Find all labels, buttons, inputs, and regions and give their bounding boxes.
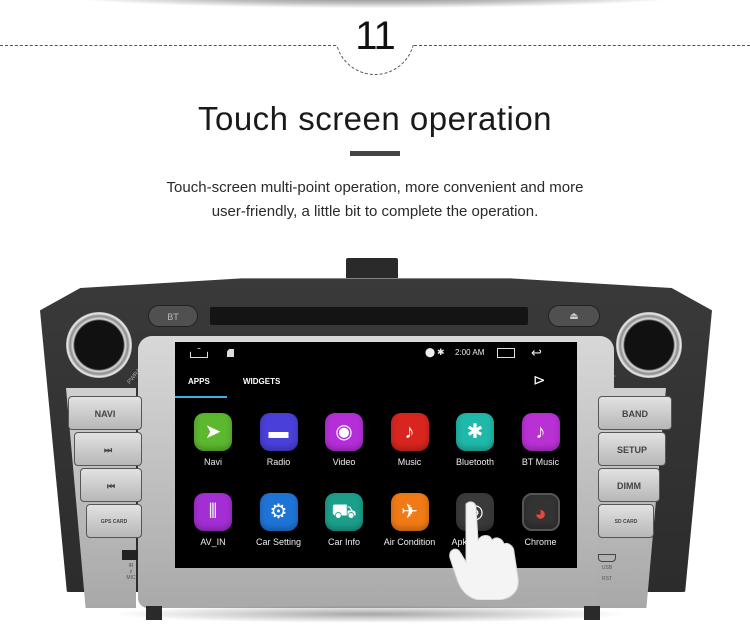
usb-port[interactable]	[598, 554, 616, 562]
sd-card-slot[interactable]: SD CARD	[598, 504, 654, 538]
recents-icon[interactable]	[497, 348, 515, 358]
app-av-in[interactable]: ⫴ AV_IN	[180, 493, 246, 547]
description-line-2: user-friendly, a little bit to complete …	[211, 203, 539, 220]
app-label: BT Music	[521, 457, 560, 467]
volume-knob[interactable]	[66, 312, 132, 378]
chrome-icon: ◕	[521, 493, 560, 531]
sd-card-icon	[227, 349, 234, 357]
top-clip	[346, 258, 398, 278]
play-store-icon[interactable]: ⊳	[533, 371, 546, 389]
av-in-icon: ⫴	[194, 493, 232, 531]
app-video[interactable]: ◉ Video	[311, 413, 377, 467]
air-condition-icon: ✈	[390, 493, 429, 531]
tab-apps[interactable]: APPS	[188, 377, 210, 386]
description-line-1: Touch-screen multi-point operation, more…	[166, 179, 584, 196]
setup-button[interactable]: SETUP	[598, 432, 666, 466]
prev-track-button[interactable]: ⏮	[80, 468, 142, 502]
app-drawer-tabs: APPS WIDGETS ⊳	[175, 367, 577, 399]
page-title: Touch screen operation	[197, 100, 553, 137]
app-label: Car Info	[327, 537, 360, 547]
app-label: Navi	[203, 457, 222, 467]
radio-icon: ▬	[259, 413, 298, 451]
app-label: Video	[332, 457, 356, 467]
dimm-button[interactable]: DIMM	[598, 468, 660, 502]
location-icon: ⬤	[425, 347, 436, 357]
seek-knob[interactable]	[616, 312, 682, 378]
app-bt-music[interactable]: ♪ BT Music	[508, 413, 574, 467]
disc-slot	[210, 307, 528, 325]
app-label: AV_IN	[200, 537, 226, 547]
band-button[interactable]: BAND	[598, 396, 672, 430]
app-music[interactable]: ♪ Music	[377, 413, 443, 467]
step-number: 11	[355, 14, 396, 58]
app-label: Air Condition	[383, 537, 436, 547]
divider-left	[0, 45, 336, 46]
eject-button[interactable]: ⏏	[548, 305, 600, 327]
clock: 2:00 AM	[455, 348, 485, 357]
bt-music-icon: ♪	[521, 413, 560, 451]
description: Touch-screen multi-point operation, more…	[0, 176, 750, 224]
app-label: Car Setting	[255, 537, 302, 547]
right-foot	[584, 606, 600, 620]
tab-widgets[interactable]: WIDGETS	[243, 377, 280, 386]
title-underline	[350, 151, 400, 156]
top-shadow	[60, 0, 690, 8]
gps-card-slot[interactable]: GPS CARD	[86, 504, 142, 538]
usb-label: USB	[601, 565, 613, 571]
app-car-setting[interactable]: ⚙ Car Setting	[246, 493, 312, 547]
app-navi[interactable]: ➤ Navi	[180, 413, 246, 467]
left-foot	[146, 606, 162, 620]
rst-label: RST	[602, 576, 612, 582]
car-info-icon: ⛟	[325, 493, 363, 531]
back-icon[interactable]: ↩	[531, 345, 542, 361]
app-bluetooth[interactable]: ✱ Bluetooth	[442, 413, 508, 467]
top-control-row: BT ⏏	[148, 305, 606, 327]
ir-mic-label: IR ♯ MIC	[126, 563, 136, 581]
app-radio[interactable]: ▬ Radio	[246, 413, 312, 467]
divider-right	[414, 45, 750, 46]
app-label: Bluetooth	[455, 457, 495, 467]
bt-button[interactable]: BT	[148, 305, 198, 327]
app-air-condition[interactable]: ✈ Air Condition	[377, 493, 443, 547]
app-label: Music	[397, 457, 422, 467]
ir-sensor	[122, 550, 138, 560]
active-tab-indicator	[175, 396, 227, 398]
navi-button[interactable]: NAVI	[68, 396, 142, 430]
next-track-button[interactable]: ⏭	[74, 432, 142, 466]
app-car-info[interactable]: ⛟ Car Info	[311, 493, 377, 547]
pointing-hand-icon	[449, 501, 519, 600]
home-icon[interactable]	[190, 348, 208, 358]
bluetooth-icon: ✱	[456, 413, 494, 451]
car-setting-icon: ⚙	[259, 493, 298, 531]
navi-icon: ➤	[194, 413, 232, 451]
bluetooth-status-icon: ✱	[437, 347, 445, 357]
status-bar: ⬤ ✱ 2:00 AM ↩	[175, 342, 577, 364]
floor-shadow	[110, 605, 630, 623]
video-icon: ◉	[325, 413, 363, 451]
music-icon: ♪	[390, 413, 429, 451]
app-label: Radio	[266, 457, 291, 467]
head-unit: BT ⏏ PWR/VOL SEEK NAVI ⏭ ⏮ GPS CARD IR ♯…	[40, 258, 712, 623]
